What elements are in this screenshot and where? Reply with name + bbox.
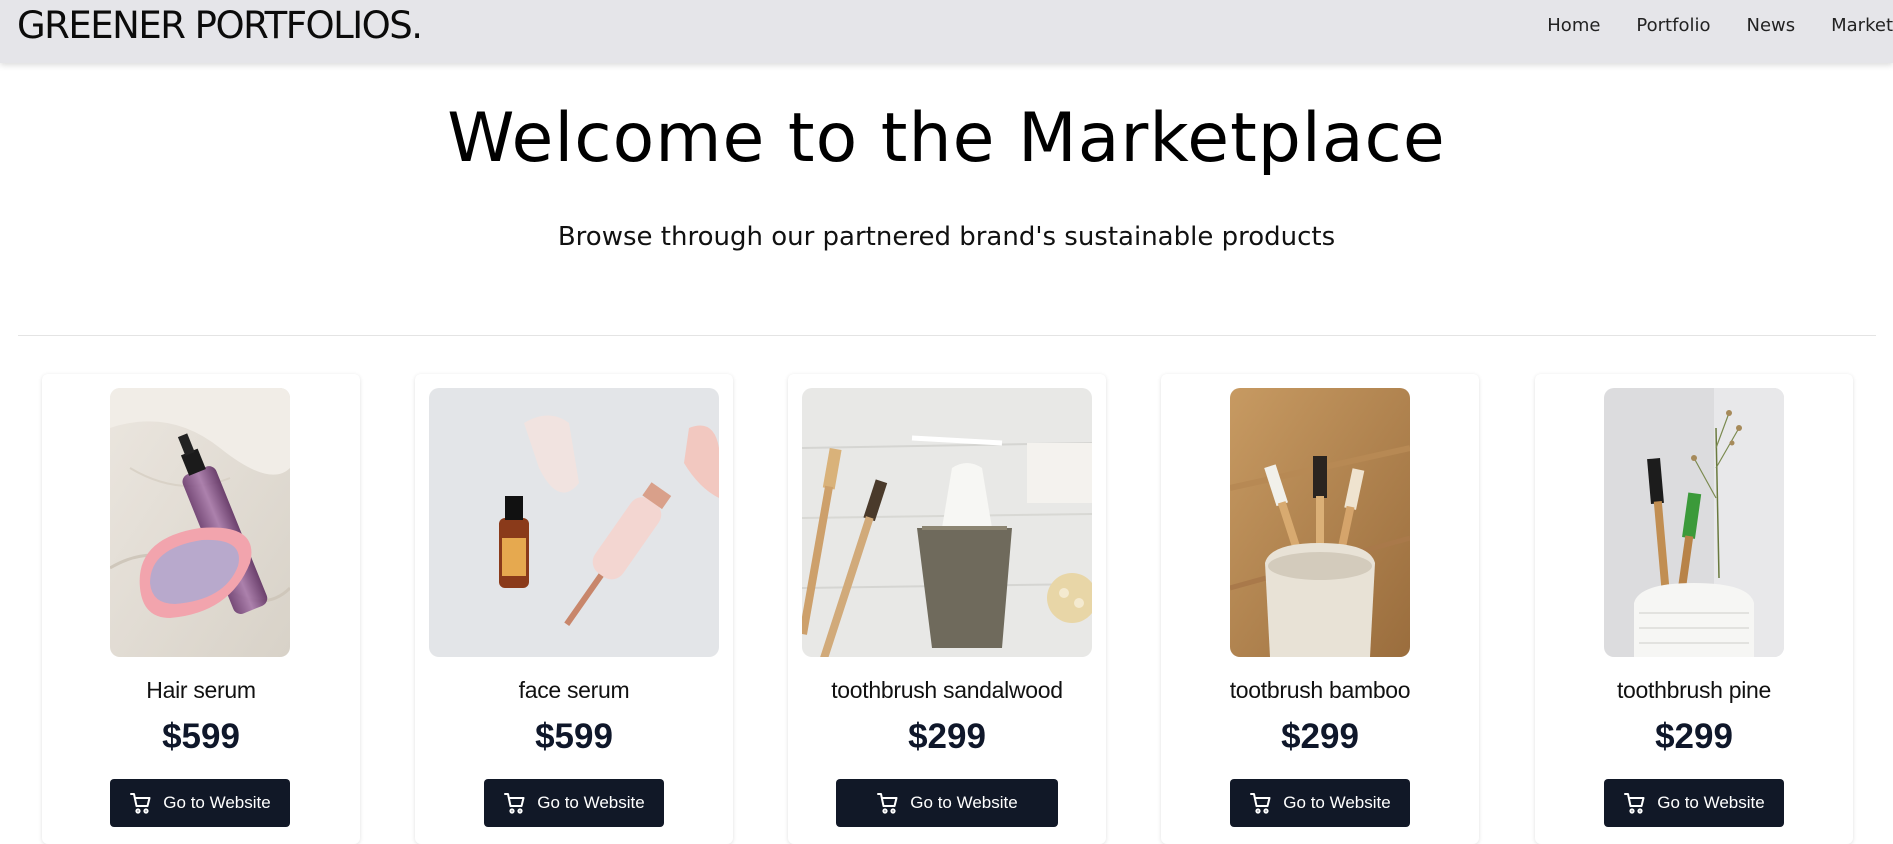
- product-image: [110, 388, 290, 657]
- cart-icon: [503, 791, 527, 815]
- cart-icon: [129, 791, 153, 815]
- product-name: Hair serum: [146, 677, 256, 703]
- product-image: [1604, 388, 1784, 657]
- go-to-website-button[interactable]: Go to Website: [484, 779, 664, 827]
- product-card: toothbrush pine $299 Go to Website: [1535, 374, 1853, 844]
- product-price: $299: [1281, 717, 1359, 756]
- go-to-website-button[interactable]: Go to Website: [110, 779, 290, 827]
- product-price: $599: [162, 717, 240, 756]
- product-price: $299: [908, 717, 986, 756]
- nav-link-home[interactable]: Home: [1547, 14, 1600, 38]
- product-image: [1230, 388, 1410, 657]
- product-card: tootbrush bamboo $299 Go to Website: [1161, 374, 1479, 844]
- go-to-website-button[interactable]: Go to Website: [836, 779, 1058, 827]
- button-label: Go to Website: [537, 793, 645, 812]
- section-divider: [18, 335, 1876, 336]
- button-label: Go to Website: [910, 793, 1018, 812]
- product-name: toothbrush pine: [1616, 677, 1772, 703]
- site-logo[interactable]: GREENER PORTFOLIOS.: [17, 2, 423, 50]
- product-image: [429, 388, 719, 657]
- product-card: face serum $599 Go to Website: [415, 374, 733, 844]
- product-name: toothbrush sandalwood: [831, 677, 1063, 703]
- nav-link-portfolio[interactable]: Portfolio: [1636, 14, 1710, 38]
- nav-link-market[interactable]: Market: [1831, 14, 1893, 38]
- nav-menu: Home Portfolio News Market: [1511, 14, 1893, 38]
- navbar: GREENER PORTFOLIOS. Home Portfolio News …: [0, 0, 1893, 63]
- nav-link-news[interactable]: News: [1746, 14, 1795, 38]
- product-name: face serum: [518, 677, 630, 703]
- go-to-website-button[interactable]: Go to Website: [1230, 779, 1410, 827]
- cart-icon: [876, 791, 900, 815]
- button-label: Go to Website: [1657, 793, 1765, 812]
- page-subtitle: Browse through our partnered brand's sus…: [557, 222, 1336, 252]
- product-price: $599: [535, 717, 613, 756]
- product-card: toothbrush sandalwood $299 Go to Website: [788, 374, 1106, 844]
- product-grid: Hair serum $599 Go to Website face serum…: [0, 374, 1893, 844]
- product-card: Hair serum $599 Go to Website: [42, 374, 360, 844]
- button-label: Go to Website: [163, 793, 271, 812]
- product-price: $299: [1655, 717, 1733, 756]
- cart-icon: [1249, 791, 1273, 815]
- cart-icon: [1623, 791, 1647, 815]
- button-label: Go to Website: [1283, 793, 1391, 812]
- product-name: tootbrush bamboo: [1229, 677, 1411, 703]
- page-title: Welcome to the Marketplace: [447, 99, 1446, 178]
- go-to-website-button[interactable]: Go to Website: [1604, 779, 1784, 827]
- product-image: [802, 388, 1092, 657]
